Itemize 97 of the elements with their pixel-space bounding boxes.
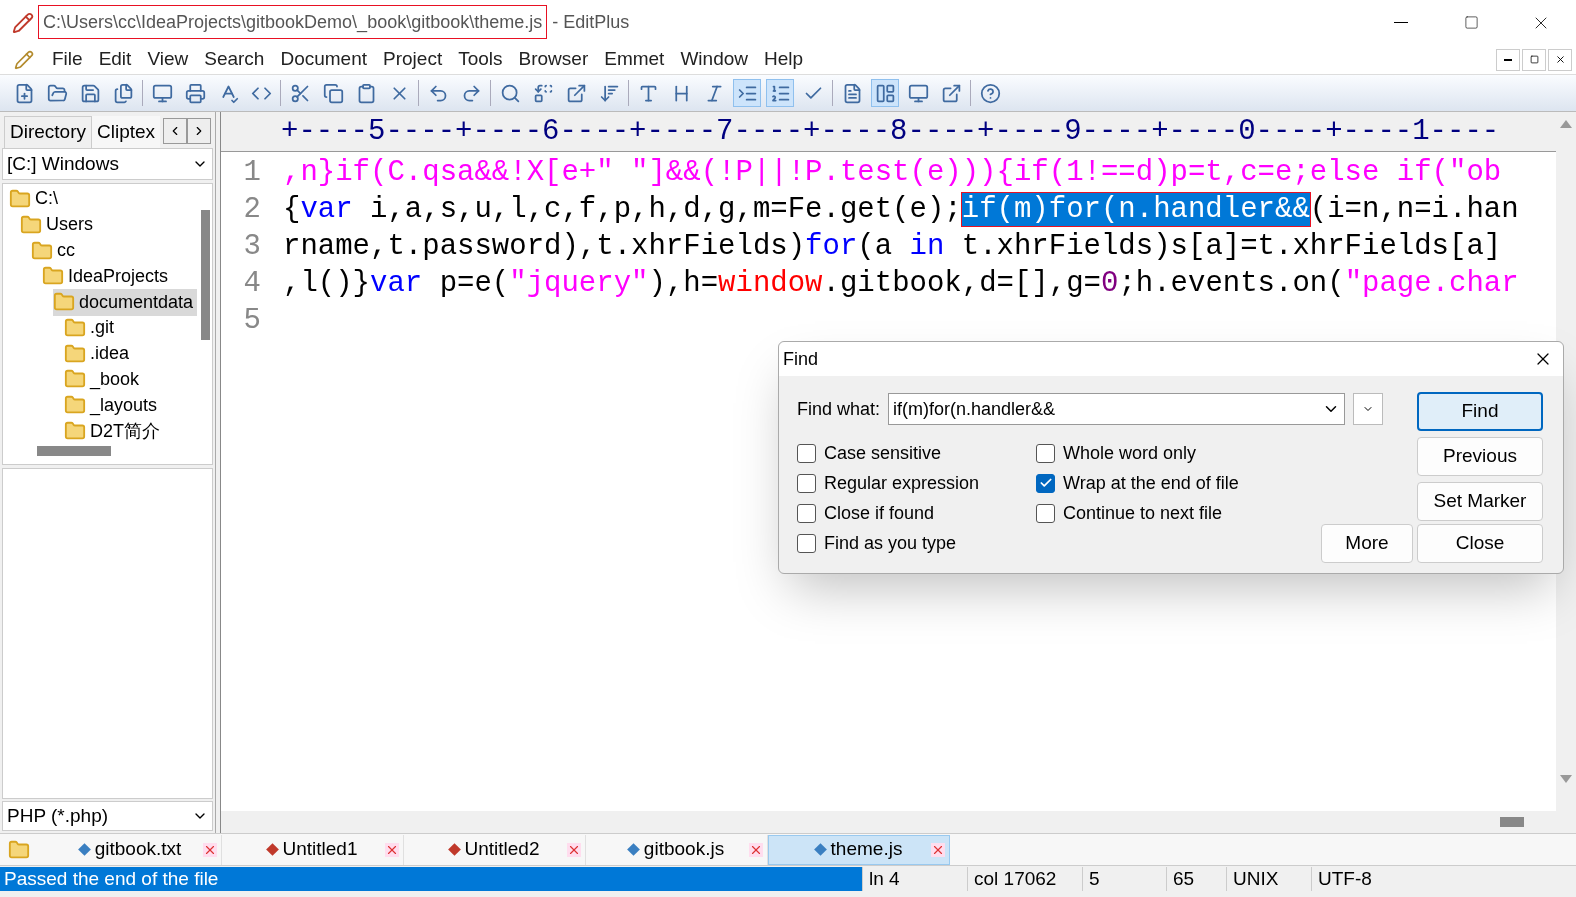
folder-icon bbox=[9, 187, 31, 210]
status-field: ln 4 bbox=[862, 866, 967, 891]
tree-item[interactable]: .git bbox=[64, 314, 118, 342]
tree-item[interactable]: .idea bbox=[64, 340, 134, 368]
minimize-icon bbox=[1504, 58, 1512, 61]
pencil-icon bbox=[14, 49, 34, 70]
tree-item[interactable]: _book bbox=[64, 366, 144, 393]
find-input[interactable]: if(m)for(n.handler&& bbox=[888, 393, 1346, 425]
tree-item[interactable]: documentdata bbox=[53, 288, 198, 316]
checkbox-option[interactable]: Close if found bbox=[797, 498, 1036, 528]
checkbox[interactable] bbox=[797, 443, 816, 463]
folder-icon bbox=[8, 838, 30, 861]
drive-dropdown[interactable]: [C:] Windows bbox=[2, 148, 213, 180]
menu-item[interactable]: Help bbox=[756, 45, 812, 74]
document-tab[interactable]: Untitled1 bbox=[222, 834, 404, 865]
line-number: 2 bbox=[242, 191, 261, 228]
dialog-button[interactable]: Close bbox=[1417, 524, 1543, 563]
status-field: 5 bbox=[1082, 866, 1166, 891]
checkbox[interactable] bbox=[1036, 443, 1055, 463]
status-message: Passed the end of the file bbox=[0, 866, 862, 891]
checkbox[interactable] bbox=[797, 473, 816, 493]
column-ruler: +----5----+----6----+----7----+----8----+----9----+----0----+----1---- bbox=[281, 113, 1500, 150]
scrollbar-thumb[interactable] bbox=[201, 210, 210, 340]
close-icon bbox=[1554, 54, 1566, 65]
panel-icon[interactable] bbox=[871, 79, 899, 107]
menu-item[interactable]: Browser bbox=[510, 45, 597, 74]
checkbox-option[interactable]: Continue to next file bbox=[1036, 498, 1239, 528]
line-number: 5 bbox=[242, 302, 261, 339]
checkbox-option[interactable]: Regular expression bbox=[797, 468, 1036, 498]
document-tab[interactable]: Untitled2 bbox=[404, 834, 586, 865]
menu-item[interactable]: View bbox=[139, 45, 197, 74]
checkbox[interactable] bbox=[1036, 503, 1055, 523]
status-field: col 17062 bbox=[967, 866, 1082, 891]
tree-item[interactable]: _layouts bbox=[64, 391, 162, 419]
maximize-icon bbox=[1463, 15, 1479, 30]
dialog-button[interactable]: Set Marker bbox=[1417, 482, 1543, 521]
folder-icon bbox=[64, 316, 86, 339]
menu-item[interactable]: Search bbox=[196, 45, 273, 74]
dialog-button[interactable]: Find bbox=[1417, 392, 1543, 431]
checkbox[interactable] bbox=[797, 533, 816, 553]
checkbox-option[interactable]: Wrap at the end of file bbox=[1036, 468, 1239, 498]
tree-item[interactable]: D2T简介 bbox=[64, 417, 164, 445]
tab-scroll-right-button[interactable] bbox=[187, 118, 211, 144]
menu-item[interactable]: File bbox=[44, 45, 91, 74]
close-tab-icon[interactable] bbox=[203, 842, 217, 857]
document-tab[interactable]: theme.js bbox=[768, 834, 950, 865]
checkbox[interactable] bbox=[797, 503, 816, 523]
tree-item[interactable]: C:\ bbox=[9, 185, 62, 213]
panel-tab[interactable]: Directory bbox=[4, 116, 92, 148]
dialog-title: Find bbox=[783, 347, 818, 371]
checkbox-option[interactable]: Case sensitive bbox=[797, 438, 1036, 468]
menu-item[interactable]: Project bbox=[375, 45, 451, 74]
menu-item[interactable]: Document bbox=[272, 45, 376, 74]
restore-icon bbox=[1529, 55, 1539, 64]
line-number: 3 bbox=[242, 228, 261, 265]
document-tab[interactable]: gitbook.txt bbox=[40, 834, 222, 865]
code-line: ,l()}var p=e("jquery"),h=window.gitbook,d=[],g=0;h.events.on("page.char bbox=[283, 265, 1519, 302]
panel-tab[interactable]: Cliptex bbox=[92, 116, 161, 148]
close-tab-icon[interactable] bbox=[931, 842, 945, 857]
checkbox[interactable] bbox=[1036, 473, 1055, 493]
menu-item[interactable]: Emmet bbox=[596, 45, 673, 74]
find-label: Find what: bbox=[797, 397, 881, 421]
filter-dropdown[interactable]: PHP (*.php) bbox=[2, 801, 213, 831]
mdi-minimize-button[interactable] bbox=[1496, 48, 1520, 71]
folder-icon bbox=[31, 239, 53, 262]
scrollbar-thumb[interactable] bbox=[37, 446, 111, 456]
close-tab-icon[interactable] bbox=[567, 842, 581, 857]
menu-item[interactable]: Tools bbox=[450, 45, 511, 74]
tree-item[interactable]: cc bbox=[31, 237, 79, 264]
code-line: rname,t.password),t.xhrFields)for(a in t.xhrFields)s[a]=t.xhrFields[a] bbox=[283, 228, 1502, 265]
menu-item[interactable]: Window bbox=[672, 45, 756, 74]
status-field: UNIX bbox=[1226, 866, 1311, 891]
status-field: UTF-8 bbox=[1311, 866, 1391, 891]
line-number: 4 bbox=[242, 265, 261, 302]
checkbox-option[interactable]: Find as you type bbox=[797, 528, 1036, 558]
folder-icon bbox=[64, 342, 86, 365]
tree-item[interactable]: IdeaProjects bbox=[42, 262, 173, 290]
dialog-button[interactable]: Previous bbox=[1417, 437, 1543, 476]
app-icon bbox=[12, 11, 34, 34]
document-tab[interactable]: gitbook.js bbox=[586, 834, 768, 865]
close-tab-icon[interactable] bbox=[385, 842, 399, 857]
tab-scroll-left-button[interactable] bbox=[163, 118, 187, 144]
close-tab-icon[interactable] bbox=[749, 842, 763, 857]
checkbox-option[interactable]: Whole word only bbox=[1036, 438, 1239, 468]
mdi-restore-button[interactable] bbox=[1522, 48, 1546, 71]
code-line: {var i,a,s,u,l,c,f,p,h,d,g,m=Fe.get(e);if(m)for(n.handler&&(i=n,n=i.han bbox=[283, 191, 1519, 228]
scrollbar-thumb[interactable] bbox=[1500, 817, 1524, 827]
minimize-icon bbox=[1394, 22, 1408, 23]
checkmark-icon bbox=[1038, 476, 1053, 490]
line-number: 1 bbox=[242, 154, 261, 191]
status-field: 65 bbox=[1166, 866, 1226, 891]
dialog-button[interactable]: More bbox=[1321, 524, 1413, 563]
folder-icon bbox=[20, 213, 42, 236]
code-line: ,n}if(C.qsa&&!X[e+" "]&&(!P||!P.test(e))){if(1!==d)p=t,c=e;else if("ob bbox=[283, 154, 1502, 191]
menu-item[interactable]: Edit bbox=[90, 45, 140, 74]
mdi-close-button[interactable] bbox=[1548, 48, 1572, 71]
tree-item[interactable]: Users bbox=[20, 211, 97, 239]
